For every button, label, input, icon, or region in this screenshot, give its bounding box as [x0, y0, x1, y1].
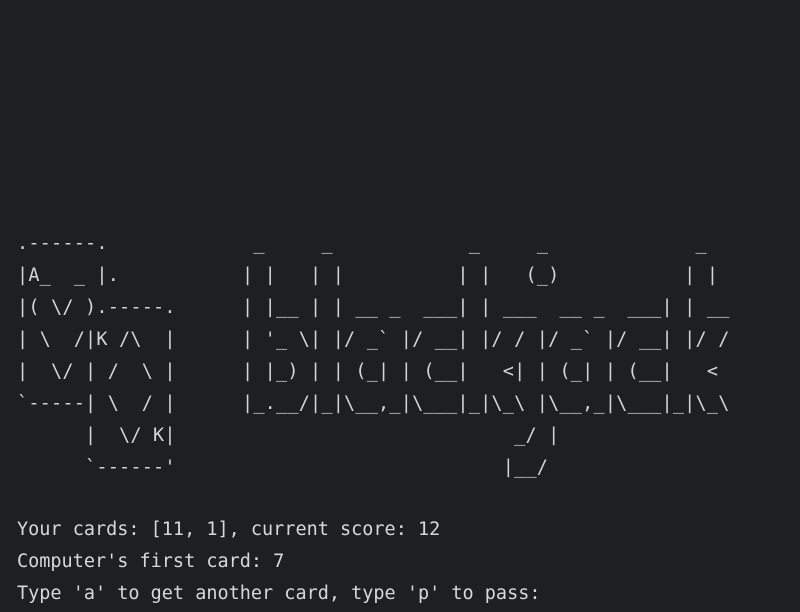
ascii-cards-art: .------. |A_ _ |. |( \/ ).-----. | \ /|K…	[17, 233, 176, 478]
input-prompt-line[interactable]: Type 'a' to get another card, type 'p' t…	[17, 578, 540, 610]
computer-card-line: Computer's first card: 7	[17, 551, 285, 572]
terminal-output: Your cards: [11, 1], current score: 12 C…	[17, 514, 540, 610]
ascii-blackjack-logo: _ _ _ _ _ | | | | | | (_) | | | |__ | | …	[242, 233, 730, 478]
terminal-window[interactable]: .------. |A_ _ |. |( \/ ).-----. | \ /|K…	[0, 0, 800, 612]
player-cards-line: Your cards: [11, 1], current score: 12	[17, 519, 441, 540]
